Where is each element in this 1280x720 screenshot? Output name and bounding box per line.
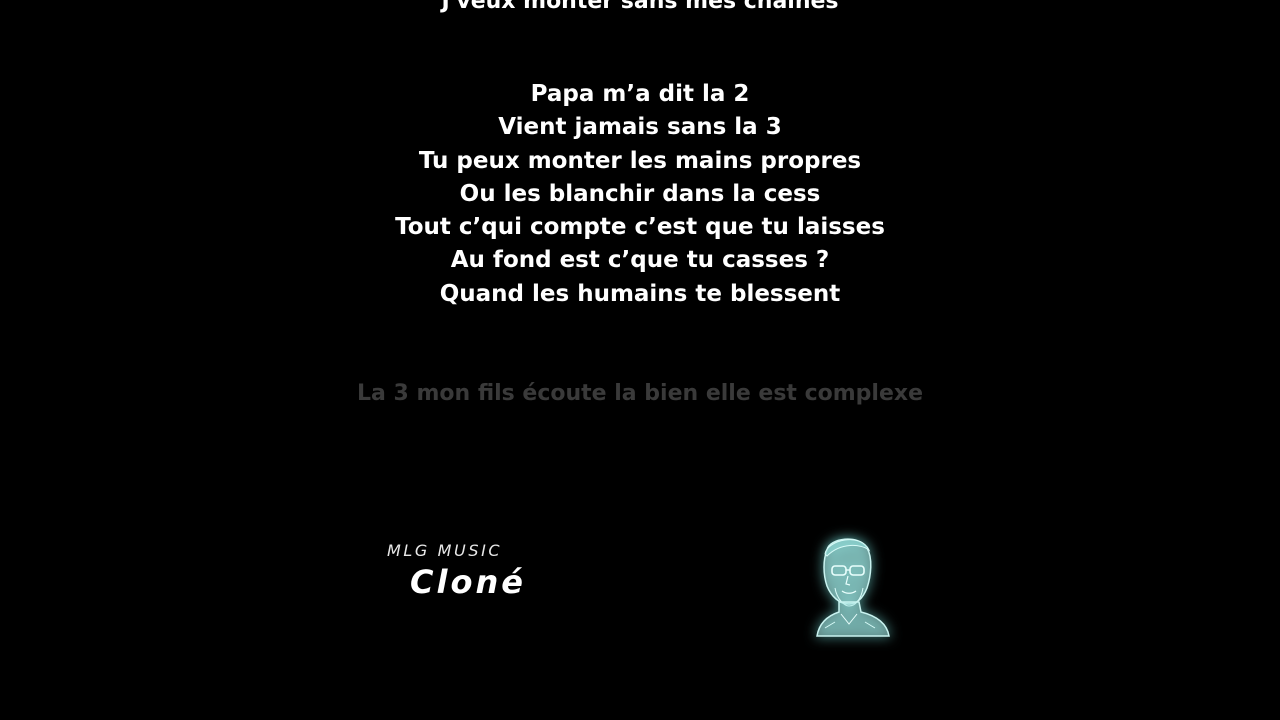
next-lyric-line: La 3 mon fils écoute la bien elle est co… [356,381,924,406]
lyric-line: Tout c’qui compte c’est que tu laisses [395,214,885,241]
lyrics-video-frame: J'veux monter sans mes chaînes Papa m’a … [0,0,1280,720]
lyric-line: Papa m’a dit la 2 [530,81,750,107]
lyric-line: Tu peux monter les mains propres [418,147,862,174]
artist-portrait-icon [816,538,890,637]
lyric-line: Quand les humains te blessent [439,280,841,307]
artist-name: Cloné [410,563,526,601]
current-verse: Papa m’a dit la 2 Vient jamais sans la 3… [0,78,1280,311]
lyric-line: Ou les blanchir dans la cess [459,180,821,207]
record-label: MLG MUSIC [387,541,503,560]
previous-lyric-line: J'veux monter sans mes chaînes [441,0,839,14]
lyric-line: Au fond est c’que tu casses ? [450,247,830,274]
lyric-line: Vient jamais sans la 3 [498,114,782,141]
